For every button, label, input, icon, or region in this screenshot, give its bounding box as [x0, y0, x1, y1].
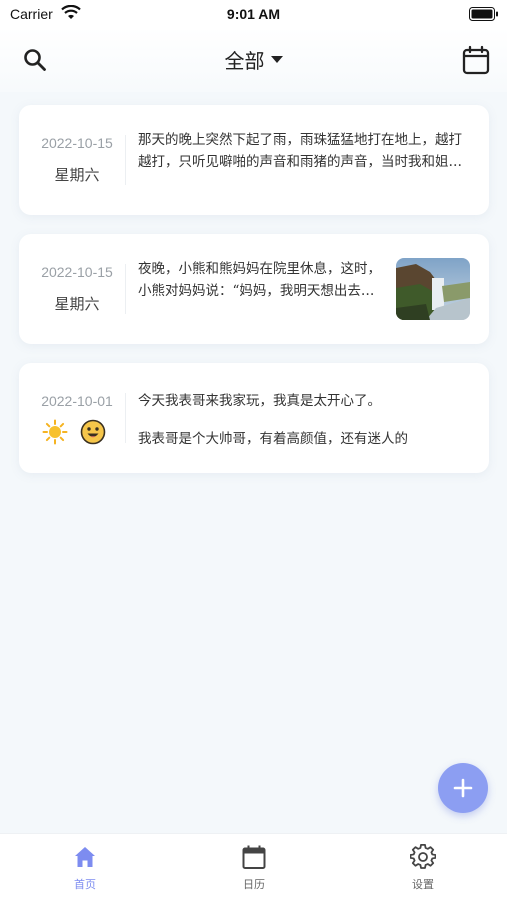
entry-preview-text: 今天我表哥来我家玩，我真是太开心了。 [138, 393, 381, 409]
tab-label: 首页 [74, 878, 96, 891]
entry-date: 2022-10-01 [41, 393, 113, 409]
tab-label: 设置 [412, 878, 434, 891]
diary-entry-card[interactable]: 2022-10-15 星期六 夜晚，小熊和熊妈妈在院里休息，这时，小熊对妈妈说：… [19, 234, 489, 344]
page-title: 全部 [224, 49, 265, 73]
card-divider [125, 264, 126, 314]
status-time: 9:01 AM [226, 6, 281, 22]
calendar-icon [242, 845, 266, 869]
status-bar: Carrier 9:01 AM [0, 0, 507, 28]
entry-weekday: 星期六 [54, 166, 100, 184]
diary-entry-card[interactable]: 2022-10-15 星期六 那天的晚上突然下起了雨，雨珠猛猛地打在地上，越打越… [19, 105, 489, 215]
top-nav-bar: 全部 [0, 28, 507, 92]
battery-icon [469, 7, 498, 21]
plus-icon [453, 778, 473, 798]
tab-settings[interactable]: 设置 [383, 844, 463, 892]
sun-icon [42, 419, 68, 445]
tab-label: 日历 [243, 878, 265, 891]
entry-preview-text: 我表哥是个大帅哥，有着高颜值，还有迷人的 [138, 431, 408, 447]
entry-date: 2022-10-15 [41, 135, 113, 151]
diary-entry-card[interactable]: 2022-10-01 今天我表哥来我家玩，我真是太开心了。 我表哥是个大帅哥，有… [19, 363, 489, 473]
home-icon [75, 847, 95, 867]
category-filter-dropdown[interactable]: 全部 [0, 45, 507, 74]
entry-weekday: 星期六 [54, 295, 100, 313]
tab-home[interactable]: 首页 [45, 844, 125, 892]
card-divider [125, 135, 126, 185]
card-divider [125, 393, 126, 443]
tab-calendar[interactable]: 日历 [214, 844, 294, 892]
smile-emoji-icon [80, 419, 106, 445]
entry-date: 2022-10-15 [41, 264, 113, 280]
add-entry-button[interactable] [438, 763, 488, 813]
caret-down-icon [270, 56, 283, 63]
entry-preview-text: 那天的晚上突然下起了雨，雨珠猛猛地打在地上，越打越打，只听见噼啪的声音和雨猪的声… [138, 132, 462, 170]
entry-thumbnail-image [396, 258, 470, 320]
calendar-icon[interactable] [462, 45, 490, 75]
bottom-tab-bar: 首页 日历 设置 [0, 833, 507, 900]
settings-gear-icon [410, 844, 436, 869]
entry-preview-text: 夜晚，小熊和熊妈妈在院里休息，这时，小熊对妈妈说：“妈妈，我明天想出去散步，你能… [138, 261, 381, 299]
